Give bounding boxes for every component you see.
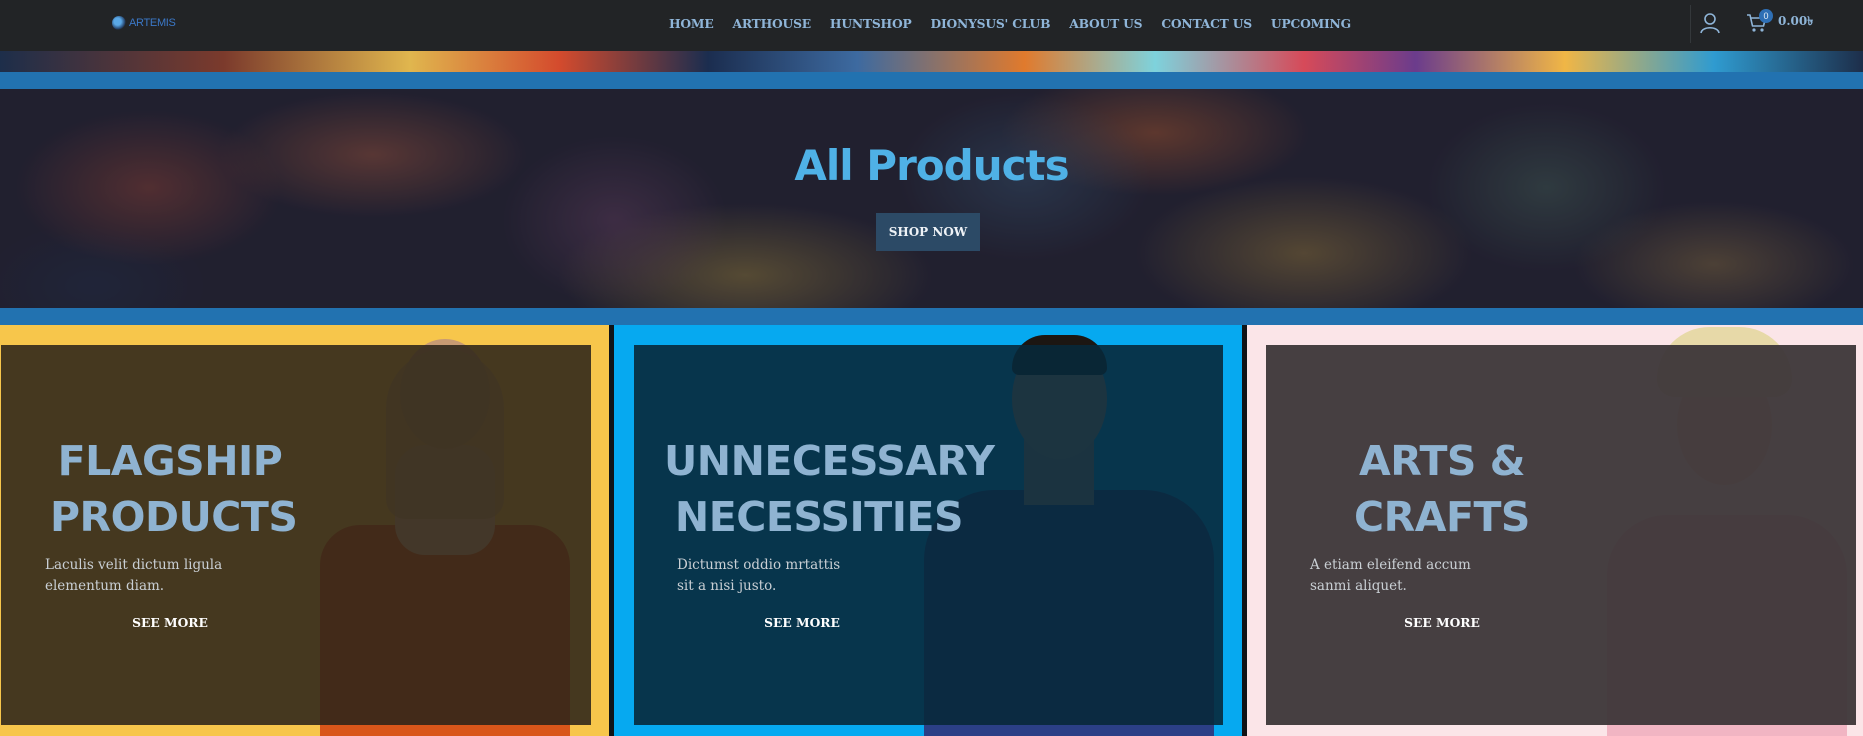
category-card-unnecessary-necessities[interactable]: UNNECESSARY NECESSITIES Dictumst oddio m… (614, 325, 1242, 736)
see-more-link[interactable]: SEE MORE (1382, 615, 1502, 630)
category-card-arts-crafts[interactable]: ARTS & CRAFTS A etiam eleifend accum san… (1247, 325, 1863, 736)
card-description: Laculis velit dictum ligula elementum di… (45, 557, 223, 594)
site-header: ARTEMIS HOME ARTHOUSE HUNTSHOP DIONYSUS'… (0, 0, 1863, 51)
artemis-logo-icon (112, 16, 126, 30)
cart-total: 0.00৳ (1778, 14, 1814, 28)
nav-home[interactable]: HOME (669, 16, 714, 31)
site-logo[interactable]: ARTEMIS (112, 13, 176, 33)
card-title: FLAGSHIP PRODUCTS (50, 437, 298, 541)
see-more-link[interactable]: SEE MORE (110, 615, 230, 630)
see-more-link[interactable]: SEE MORE (742, 615, 862, 630)
card-description: A etiam eleifend accum sanmi aliquet. (1310, 557, 1471, 594)
nav-arthouse[interactable]: ARTHOUSE (733, 16, 812, 31)
logo-text: ARTEMIS (129, 17, 176, 29)
nav-huntshop[interactable]: HUNTSHOP (830, 16, 912, 31)
hero-band-top (0, 72, 1863, 89)
cart-count-badge: 0 (1759, 9, 1773, 23)
hero-banner: All Products SHOP NOW (0, 89, 1863, 308)
category-card-flagship[interactable]: FLAGSHIP PRODUCTS Laculis velit dictum l… (0, 325, 609, 736)
hero-band-bottom (0, 308, 1863, 325)
nav-contact-us[interactable]: CONTACT US (1161, 16, 1252, 31)
cart-widget[interactable]: 0 0.00৳ (1746, 9, 1814, 34)
main-nav: HOME ARTHOUSE HUNTSHOP DIONYSUS' CLUB AB… (669, 0, 1351, 47)
hero-artwork-strip (0, 51, 1863, 72)
nav-dionysus-club[interactable]: DIONYSUS' CLUB (931, 16, 1051, 31)
card-description: Dictumst oddio mrtattis sit a nisi justo… (677, 557, 841, 594)
nav-upcoming[interactable]: UPCOMING (1271, 16, 1351, 31)
shop-now-button[interactable]: SHOP NOW (876, 213, 980, 251)
card-title: UNNECESSARY NECESSITIES (664, 437, 995, 541)
nav-about-us[interactable]: ABOUT US (1069, 16, 1142, 31)
hero-title: All Products (794, 141, 1069, 190)
card-title: ARTS & CRAFTS (1354, 437, 1530, 541)
user-icon[interactable] (1699, 12, 1721, 34)
header-divider (1690, 5, 1691, 43)
shopping-cart-icon: 0 (1746, 9, 1773, 34)
